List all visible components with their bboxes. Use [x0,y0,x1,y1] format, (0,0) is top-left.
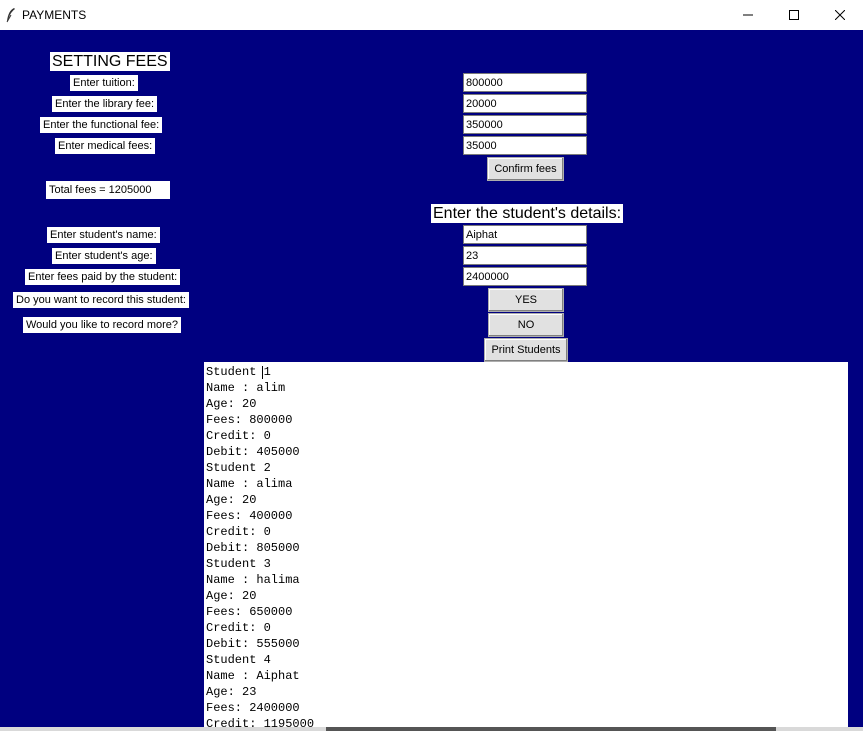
tuition-label: Enter tuition: [70,75,138,91]
library-fee-label: Enter the library fee: [52,96,158,112]
scrollbar-thumb[interactable] [326,727,776,731]
student-name-label: Enter student's name: [47,227,160,243]
yes-button[interactable]: YES [488,288,564,312]
record-more-label: Would you like to record more? [23,317,182,333]
minimize-button[interactable] [725,0,771,30]
feather-icon [6,8,15,23]
confirm-fees-button[interactable]: Confirm fees [487,157,564,181]
tuition-input[interactable]: 800000 [463,73,587,92]
main-area: SETTING FEES Enter tuition: Enter the li… [0,30,863,727]
functional-fee-input[interactable]: 350000 [463,115,587,134]
close-button[interactable] [817,0,863,30]
total-fees-label: Total fees = 1205000 [46,181,170,199]
maximize-button[interactable] [771,0,817,30]
print-students-button[interactable]: Print Students [484,338,568,362]
functional-fee-label: Enter the functional fee: [40,117,163,133]
medical-fee-label: Enter medical fees: [55,138,156,154]
close-icon [835,10,845,20]
medical-fee-input[interactable]: 35000 [463,136,587,155]
student-name-input[interactable]: Aiphat [463,225,587,244]
title-bar: PAYMENTS [0,0,863,30]
student-details-heading: Enter the student's details: [431,204,624,223]
fees-paid-label: Enter fees paid by the student: [25,269,181,285]
maximize-icon [789,10,799,20]
fees-paid-input[interactable]: 2400000 [463,267,587,286]
student-age-label: Enter student's age: [52,248,156,264]
no-button[interactable]: NO [488,313,564,337]
library-fee-input[interactable]: 20000 [463,94,587,113]
record-student-label: Do you want to record this student: [13,292,189,308]
student-age-input[interactable]: 23 [463,246,587,265]
students-output-content: Student 1 Name : alim Age: 20 Fees: 8000… [206,365,315,727]
text-cursor [262,366,263,379]
students-output-text[interactable]: Student 1 Name : alim Age: 20 Fees: 8000… [204,362,848,727]
window-title: PAYMENTS [22,8,87,22]
setting-fees-heading: SETTING FEES [50,52,170,71]
minimize-icon [743,14,753,16]
